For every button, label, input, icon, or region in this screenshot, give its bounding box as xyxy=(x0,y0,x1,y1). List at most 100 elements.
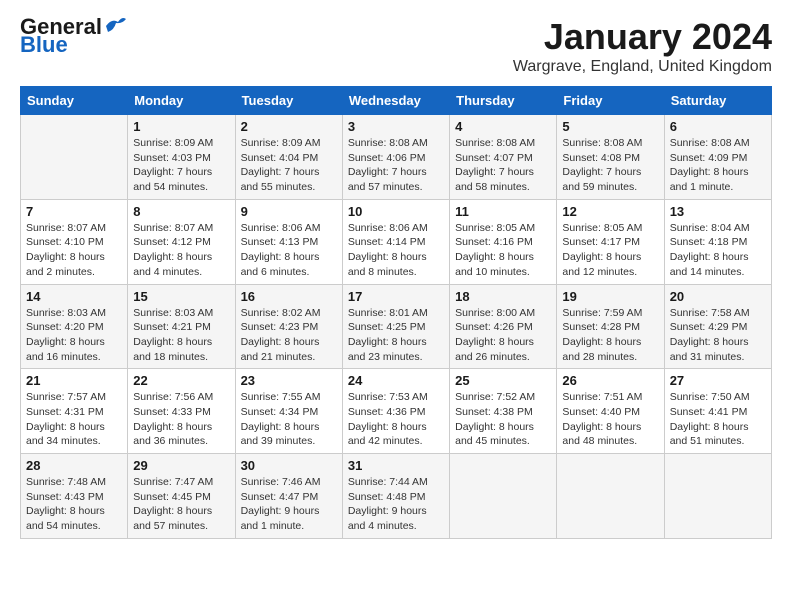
calendar-day-cell: 20 Sunrise: 7:58 AM Sunset: 4:29 PM Dayli… xyxy=(664,284,771,369)
day-number: 11 xyxy=(455,204,551,219)
calendar-day-cell xyxy=(557,454,664,539)
day-of-week-header: Thursday xyxy=(450,87,557,115)
calendar-day-cell: 9 Sunrise: 8:06 AM Sunset: 4:13 PM Daylig… xyxy=(235,199,342,284)
day-number: 3 xyxy=(348,119,444,134)
day-number: 2 xyxy=(241,119,337,134)
calendar-body: 1Sunrise: 8:09 AM Sunset: 4:03 PM Daylig… xyxy=(21,115,772,539)
calendar-day-cell: 27 Sunrise: 7:50 AM Sunset: 4:41 PM Dayli… xyxy=(664,369,771,454)
calendar-day-cell: 30Sunrise: 7:46 AM Sunset: 4:47 PM Dayli… xyxy=(235,454,342,539)
day-number: 27 xyxy=(670,373,766,388)
day-detail: Sunrise: 8:02 AM Sunset: 4:23 PM Dayligh… xyxy=(241,306,337,365)
day-detail: Sunrise: 8:03 AM Sunset: 4:20 PM Dayligh… xyxy=(26,306,122,365)
day-detail: Sunrise: 8:06 AM Sunset: 4:13 PM Dayligh… xyxy=(241,221,337,280)
calendar-table: SundayMondayTuesdayWednesdayThursdayFrid… xyxy=(20,86,772,539)
calendar-day-cell: 21 Sunrise: 7:57 AM Sunset: 4:31 PM Dayli… xyxy=(21,369,128,454)
day-number: 6 xyxy=(670,119,766,134)
day-number: 25 xyxy=(455,373,551,388)
calendar-day-cell: 14 Sunrise: 8:03 AM Sunset: 4:20 PM Dayli… xyxy=(21,284,128,369)
day-of-week-header: Monday xyxy=(128,87,235,115)
day-detail: Sunrise: 8:09 AM Sunset: 4:04 PM Dayligh… xyxy=(241,136,337,195)
calendar-day-cell xyxy=(450,454,557,539)
calendar-day-cell: 6 Sunrise: 8:08 AM Sunset: 4:09 PM Daylig… xyxy=(664,115,771,200)
day-detail: Sunrise: 7:59 AM Sunset: 4:28 PM Dayligh… xyxy=(562,306,658,365)
calendar-day-cell: 15Sunrise: 8:03 AM Sunset: 4:21 PM Dayli… xyxy=(128,284,235,369)
day-detail: Sunrise: 7:52 AM Sunset: 4:38 PM Dayligh… xyxy=(455,390,551,449)
day-detail: Sunrise: 8:09 AM Sunset: 4:03 PM Dayligh… xyxy=(133,136,229,195)
calendar-day-cell: 7Sunrise: 8:07 AM Sunset: 4:10 PM Daylig… xyxy=(21,199,128,284)
day-number: 21 xyxy=(26,373,122,388)
day-detail: Sunrise: 8:07 AM Sunset: 4:12 PM Dayligh… xyxy=(133,221,229,280)
day-detail: Sunrise: 8:06 AM Sunset: 4:14 PM Dayligh… xyxy=(348,221,444,280)
day-detail: Sunrise: 8:03 AM Sunset: 4:21 PM Dayligh… xyxy=(133,306,229,365)
calendar-day-cell: 29 Sunrise: 7:47 AM Sunset: 4:45 PM Dayli… xyxy=(128,454,235,539)
day-detail: Sunrise: 7:50 AM Sunset: 4:41 PM Dayligh… xyxy=(670,390,766,449)
day-detail: Sunrise: 7:57 AM Sunset: 4:31 PM Dayligh… xyxy=(26,390,122,449)
day-number: 12 xyxy=(562,204,658,219)
day-number: 30 xyxy=(241,458,337,473)
day-detail: Sunrise: 8:01 AM Sunset: 4:25 PM Dayligh… xyxy=(348,306,444,365)
day-number: 28 xyxy=(26,458,122,473)
day-detail: Sunrise: 8:00 AM Sunset: 4:26 PM Dayligh… xyxy=(455,306,551,365)
day-detail: Sunrise: 8:05 AM Sunset: 4:17 PM Dayligh… xyxy=(562,221,658,280)
day-number: 13 xyxy=(670,204,766,219)
day-detail: Sunrise: 8:08 AM Sunset: 4:09 PM Dayligh… xyxy=(670,136,766,195)
calendar-day-cell: 11 Sunrise: 8:05 AM Sunset: 4:16 PM Dayli… xyxy=(450,199,557,284)
calendar-day-cell: 17 Sunrise: 8:01 AM Sunset: 4:25 PM Dayli… xyxy=(342,284,449,369)
header-row: SundayMondayTuesdayWednesdayThursdayFrid… xyxy=(21,87,772,115)
day-detail: Sunrise: 7:58 AM Sunset: 4:29 PM Dayligh… xyxy=(670,306,766,365)
location-subtitle: Wargrave, England, United Kingdom xyxy=(513,58,772,76)
day-number: 26 xyxy=(562,373,658,388)
day-detail: Sunrise: 7:51 AM Sunset: 4:40 PM Dayligh… xyxy=(562,390,658,449)
calendar-week-row: 1Sunrise: 8:09 AM Sunset: 4:03 PM Daylig… xyxy=(21,115,772,200)
day-number: 22 xyxy=(133,373,229,388)
day-number: 31 xyxy=(348,458,444,473)
day-detail: Sunrise: 8:05 AM Sunset: 4:16 PM Dayligh… xyxy=(455,221,551,280)
day-number: 18 xyxy=(455,289,551,304)
day-of-week-header: Friday xyxy=(557,87,664,115)
day-number: 19 xyxy=(562,289,658,304)
day-number: 23 xyxy=(241,373,337,388)
day-number: 24 xyxy=(348,373,444,388)
page-header: General Blue January 2024 Wargrave, Engl… xyxy=(20,16,772,76)
title-block: January 2024 Wargrave, England, United K… xyxy=(513,16,772,76)
calendar-day-cell: 19 Sunrise: 7:59 AM Sunset: 4:28 PM Dayli… xyxy=(557,284,664,369)
day-number: 9 xyxy=(241,204,337,219)
calendar-day-cell: 24 Sunrise: 7:53 AM Sunset: 4:36 PM Dayli… xyxy=(342,369,449,454)
day-number: 14 xyxy=(26,289,122,304)
day-number: 7 xyxy=(26,204,122,219)
day-detail: Sunrise: 8:08 AM Sunset: 4:06 PM Dayligh… xyxy=(348,136,444,195)
logo-bird-icon xyxy=(104,16,126,34)
calendar-day-cell: 31Sunrise: 7:44 AM Sunset: 4:48 PM Dayli… xyxy=(342,454,449,539)
day-detail: Sunrise: 8:08 AM Sunset: 4:08 PM Dayligh… xyxy=(562,136,658,195)
calendar-day-cell: 25 Sunrise: 7:52 AM Sunset: 4:38 PM Dayli… xyxy=(450,369,557,454)
month-year-title: January 2024 xyxy=(513,16,772,58)
calendar-week-row: 21 Sunrise: 7:57 AM Sunset: 4:31 PM Dayli… xyxy=(21,369,772,454)
day-detail: Sunrise: 7:56 AM Sunset: 4:33 PM Dayligh… xyxy=(133,390,229,449)
calendar-day-cell: 22 Sunrise: 7:56 AM Sunset: 4:33 PM Dayli… xyxy=(128,369,235,454)
calendar-day-cell: 2 Sunrise: 8:09 AM Sunset: 4:04 PM Daylig… xyxy=(235,115,342,200)
calendar-day-cell: 18 Sunrise: 8:00 AM Sunset: 4:26 PM Dayli… xyxy=(450,284,557,369)
day-of-week-header: Sunday xyxy=(21,87,128,115)
calendar-week-row: 7Sunrise: 8:07 AM Sunset: 4:10 PM Daylig… xyxy=(21,199,772,284)
calendar-day-cell: 3 Sunrise: 8:08 AM Sunset: 4:06 PM Daylig… xyxy=(342,115,449,200)
day-detail: Sunrise: 7:53 AM Sunset: 4:36 PM Dayligh… xyxy=(348,390,444,449)
day-detail: Sunrise: 7:47 AM Sunset: 4:45 PM Dayligh… xyxy=(133,475,229,534)
day-of-week-header: Wednesday xyxy=(342,87,449,115)
day-number: 10 xyxy=(348,204,444,219)
day-detail: Sunrise: 7:55 AM Sunset: 4:34 PM Dayligh… xyxy=(241,390,337,449)
day-number: 20 xyxy=(670,289,766,304)
calendar-day-cell xyxy=(21,115,128,200)
calendar-day-cell: 26 Sunrise: 7:51 AM Sunset: 4:40 PM Dayli… xyxy=(557,369,664,454)
calendar-week-row: 14 Sunrise: 8:03 AM Sunset: 4:20 PM Dayli… xyxy=(21,284,772,369)
calendar-day-cell: 12 Sunrise: 8:05 AM Sunset: 4:17 PM Dayli… xyxy=(557,199,664,284)
calendar-day-cell: 13 Sunrise: 8:04 AM Sunset: 4:18 PM Dayli… xyxy=(664,199,771,284)
day-number: 29 xyxy=(133,458,229,473)
day-detail: Sunrise: 8:04 AM Sunset: 4:18 PM Dayligh… xyxy=(670,221,766,280)
calendar-day-cell xyxy=(664,454,771,539)
calendar-day-cell: 8Sunrise: 8:07 AM Sunset: 4:12 PM Daylig… xyxy=(128,199,235,284)
day-number: 5 xyxy=(562,119,658,134)
day-number: 17 xyxy=(348,289,444,304)
day-of-week-header: Saturday xyxy=(664,87,771,115)
logo-blue-text: Blue xyxy=(20,34,126,56)
day-of-week-header: Tuesday xyxy=(235,87,342,115)
